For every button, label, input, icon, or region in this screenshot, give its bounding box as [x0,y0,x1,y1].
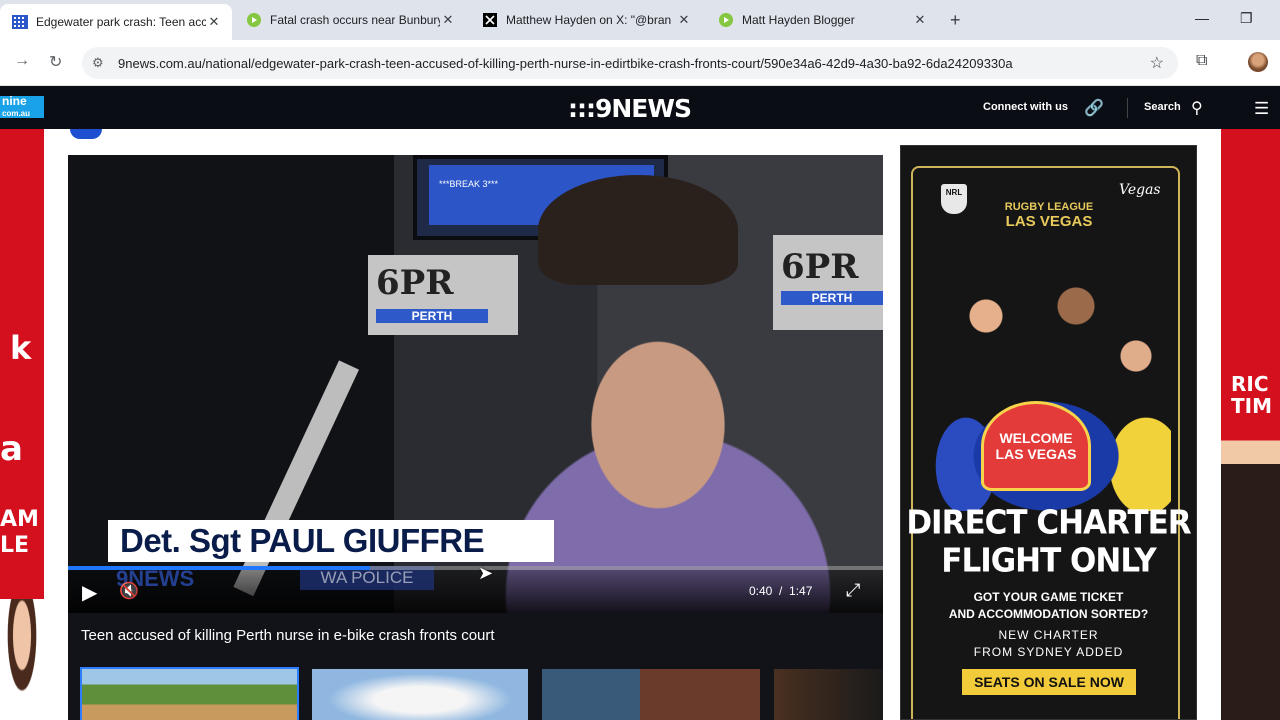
welcome-sign: WELCOME LAS VEGAS [981,401,1091,491]
left-ad-text: k [10,329,32,367]
studio-brand-board: 6PR PERTH [368,255,518,335]
video-playlist [68,657,883,720]
video-progress-bar[interactable] [68,566,883,570]
right-skin-ad[interactable]: RIC TIM [1221,129,1280,720]
site-header: nine com.au :::9NEWS Connect with us 🔗 S… [0,86,1280,129]
ad-headline: DIRECT CHARTER FLIGHT ONLY [906,504,1191,580]
fullscreen-icon[interactable]: ⤢ [846,580,860,601]
video-caption: Teen accused of killing Perth nurse in e… [68,613,883,657]
close-icon[interactable]: ✕ [676,12,692,28]
url-text: 9news.com.au/national/edgewater-park-cra… [118,55,1013,71]
ad-league-city: LAS VEGAS [1005,213,1093,230]
tab-matthew-hayden-x[interactable]: Matthew Hayden on X: "@bran ✕ [470,6,702,34]
tab-title: Fatal crash occurs near Bunbury [270,13,440,27]
playlist-thumbnail[interactable] [80,667,299,720]
tab-matt-hayden-blogger[interactable]: Matt Hayden Blogger ✕ [706,6,938,34]
minimize-icon[interactable]: — [1195,10,1209,26]
seats-on-sale-button[interactable]: SEATS ON SALE NOW [962,669,1136,695]
play-icon[interactable]: ▶ [82,580,97,605]
rumble-play-icon [718,12,734,28]
rugby-league-las-vegas-ad[interactable]: NRL Vegas RUGBY LEAGUE LAS VEGAS WELCOME… [900,145,1197,720]
header-divider [1127,98,1128,118]
site-info-icon[interactable]: ⚙ [92,55,110,71]
ad-league-line: RUGBY LEAGUE [1004,201,1094,213]
video-timecode: 0:40 / 1:47 [749,584,813,598]
search-icon[interactable]: ⚲ [1191,98,1203,118]
playlist-thumbnail[interactable] [774,669,883,720]
left-ad-text: LE [0,533,30,558]
browser-toolbar: → ↻ ⚙ 9news.com.au/national/edgewater-pa… [0,40,1280,86]
close-icon[interactable]: ✕ [206,14,222,30]
tab-edgewater-crash[interactable]: Edgewater park crash: Teen acc ✕ [0,4,232,40]
vegas-logo: Vegas [1119,182,1161,198]
address-bar[interactable]: ⚙ 9news.com.au/national/edgewater-park-c… [82,47,1178,79]
playlist-thumbnail[interactable] [312,669,528,720]
close-icon[interactable]: ✕ [440,12,456,28]
avatar[interactable] [1248,52,1268,72]
playlist-thumbnail[interactable] [542,669,760,720]
forward-icon[interactable]: → [14,52,30,70]
extensions-icon[interactable]: ⧉ [1196,52,1207,70]
video-progress-fill [68,566,370,570]
left-ad-text: AM [0,507,39,532]
nine-logo[interactable]: nine com.au [0,94,44,118]
tab-title: Matt Hayden Blogger [742,13,855,27]
lower-third-name: Det. Sgt PAUL GIUFFRE [108,520,554,562]
nine-news-icon [12,14,28,30]
left-ad-text: a [0,429,23,469]
9news-logo[interactable]: :::9NEWS [568,94,692,123]
ad-person-image [0,599,44,720]
left-skin-ad[interactable]: k a AM LE [0,129,44,720]
nine-logo-line2: com.au [2,109,31,118]
link-icon[interactable]: 🔗 [1084,98,1104,118]
rumble-play-icon [246,12,262,28]
reload-icon[interactable]: ↻ [49,52,62,72]
mouse-cursor-icon: ➤ [478,563,494,583]
bookmark-star-icon[interactable]: ☆ [1150,53,1164,73]
nrl-logo: NRL [941,184,967,214]
browser-tab-strip: Edgewater park crash: Teen acc ✕ Fatal c… [0,0,1280,40]
tab-fatal-crash[interactable]: Fatal crash occurs near Bunbury ✕ [234,6,466,34]
ad-people-image [1221,429,1280,720]
tab-title: Matthew Hayden on X: "@bran [506,13,672,27]
close-icon[interactable]: ✕ [912,12,928,28]
right-ad-text: RIC TIM [1231,372,1272,418]
author-avatar [70,129,102,139]
presenter-hair [538,175,738,285]
restore-icon[interactable]: ❐ [1240,10,1253,27]
tab-title: Edgewater park crash: Teen acc [36,15,206,29]
nine-logo-line1: nine [2,94,27,108]
ad-subheadline: GOT YOUR GAME TICKET AND ACCOMMODATION SO… [948,590,1149,621]
new-tab-button[interactable]: + [950,10,961,31]
search-label[interactable]: Search [1144,101,1181,113]
x-logo-icon [482,12,498,28]
connect-label[interactable]: Connect with us [983,101,1068,113]
hamburger-menu-icon[interactable]: ☰ [1254,99,1269,119]
studio-brand-board: 6PR PERTH [773,235,883,330]
ad-note: NEW CHARTER FROM SYDNEY ADDED [973,628,1124,659]
mute-icon[interactable]: 🔇 [119,581,139,601]
